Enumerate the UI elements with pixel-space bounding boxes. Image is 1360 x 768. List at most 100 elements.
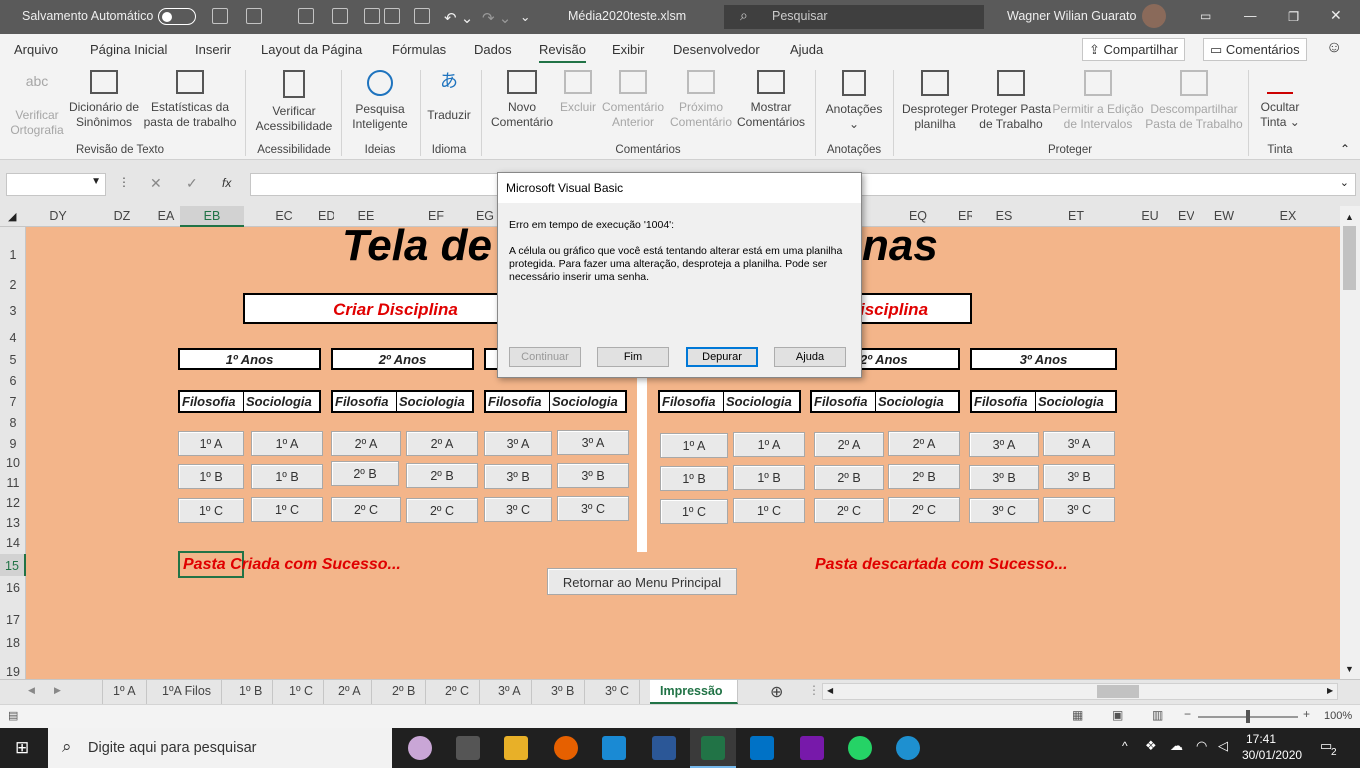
next-comment-button[interactable]: Próximo Comentário — [666, 68, 736, 130]
class-button[interactable]: 1º C — [178, 498, 244, 523]
col-header[interactable]: ED — [318, 209, 334, 223]
row-header-item[interactable]: 16 — [0, 581, 26, 595]
class-button[interactable]: 2º C — [888, 497, 960, 522]
help-button[interactable]: Ajuda — [774, 347, 846, 367]
spelling-button[interactable]: abc Verificar Ortografia — [6, 68, 68, 138]
redo-icon[interactable]: ↷ ⌄ — [482, 9, 511, 27]
add-sheet-icon[interactable]: ⊕ — [770, 682, 783, 702]
col-header-selected[interactable]: EB — [180, 206, 244, 227]
page-break-icon[interactable]: ▥ — [1152, 708, 1163, 722]
scroll-down-icon[interactable]: ▼ — [1345, 664, 1354, 674]
excel-taskbar-item[interactable] — [690, 728, 736, 768]
protect-workbook-button[interactable]: Proteger Pasta de Trabalho — [968, 68, 1054, 132]
file-explorer-icon[interactable] — [504, 736, 528, 760]
class-button[interactable]: 3º B — [557, 463, 629, 488]
end-button[interactable]: Fim — [597, 347, 669, 367]
customize-toolbar-icon[interactable]: ⌄ — [520, 9, 530, 24]
class-button[interactable]: 1º C — [733, 498, 805, 523]
col-header[interactable]: ES — [986, 209, 1022, 223]
dropbox-icon[interactable]: ❖ — [1145, 738, 1157, 754]
row-header-item[interactable]: 7 — [0, 395, 26, 409]
avatar[interactable] — [1142, 4, 1166, 28]
comments-button[interactable]: ▭ Comentários — [1203, 38, 1307, 61]
delete-comment-button[interactable]: Excluir — [556, 68, 600, 115]
return-menu-button[interactable]: Retornar ao Menu Principal — [547, 568, 737, 595]
open-file-icon[interactable] — [246, 8, 262, 24]
translate-button[interactable]: あ Traduzir — [424, 68, 474, 123]
row-header-item[interactable]: 19 — [0, 665, 26, 679]
class-button[interactable]: 3º A — [484, 431, 552, 456]
tab-scroll-right-icon[interactable]: ▶ — [54, 685, 61, 696]
row-header-item[interactable]: 17 — [0, 613, 26, 627]
paint-app-icon[interactable] — [408, 736, 432, 760]
sheet-tab-active[interactable]: Impressão — [650, 680, 738, 704]
autosave-toggle[interactable] — [158, 8, 196, 25]
class-button[interactable]: 1º C — [251, 497, 323, 522]
whatsapp-icon[interactable] — [848, 736, 872, 760]
sheet-tab[interactable]: 2º C — [435, 680, 481, 704]
select-all-icon[interactable]: ◢ — [8, 210, 16, 223]
row-header-item[interactable]: 9 — [0, 437, 26, 451]
tab-pagina-inicial[interactable]: Página Inicial — [90, 42, 167, 57]
class-button[interactable]: 1º B — [251, 464, 323, 489]
class-button[interactable]: 1º A — [733, 432, 805, 457]
col-header[interactable]: EC — [266, 209, 302, 223]
unprotect-sheet-button[interactable]: Desproteger planilha — [898, 68, 972, 132]
scroll-right-icon[interactable]: ▶ — [1327, 686, 1333, 695]
sheet-tab[interactable]: 3º A — [488, 680, 532, 704]
firefox-icon[interactable] — [554, 736, 578, 760]
chevron-up-icon[interactable]: ^ — [1122, 739, 1128, 753]
col-header[interactable]: EA — [154, 209, 178, 223]
class-button[interactable]: 3º A — [557, 430, 629, 455]
new-comment-button[interactable]: Novo Comentário — [486, 68, 558, 130]
smart-lookup-button[interactable]: Pesquisa Inteligente — [346, 68, 414, 132]
sheet-tab[interactable]: 3º C — [595, 680, 641, 704]
col-header[interactable]: DY — [40, 209, 76, 223]
row-header-item[interactable]: 10 — [0, 456, 26, 470]
class-button[interactable]: 2º C — [331, 497, 401, 522]
col-header[interactable]: EE — [348, 209, 384, 223]
smiley-icon[interactable]: ☺ — [1326, 39, 1342, 57]
clock-date[interactable]: 30/01/2020 — [1242, 748, 1302, 762]
class-button[interactable]: 3º C — [484, 497, 552, 522]
col-header[interactable]: ER — [958, 209, 972, 223]
vertical-scrollbar[interactable]: ▲ ▼ — [1340, 206, 1360, 679]
row-header-item[interactable]: 8 — [0, 416, 26, 430]
col-header[interactable]: EX — [1270, 209, 1306, 223]
clock-time[interactable]: 17:41 — [1246, 732, 1276, 746]
class-button[interactable]: 3º C — [969, 498, 1039, 523]
sheet-tab[interactable]: 1º C — [279, 680, 325, 704]
tab-revisao[interactable]: Revisão — [539, 42, 586, 63]
tab-formulas[interactable]: Fórmulas — [392, 42, 446, 57]
more-icon[interactable]: ⋮ — [808, 683, 820, 697]
tab-desenvolvedor[interactable]: Desenvolvedor — [673, 42, 760, 57]
row-header-selected[interactable]: 15 — [0, 554, 26, 576]
calculator-icon[interactable] — [456, 736, 480, 760]
tab-exibir[interactable]: Exibir — [612, 42, 645, 57]
thesaurus-button[interactable]: Dicionário de Sinônimos — [66, 68, 142, 130]
zoom-level[interactable]: 100% — [1324, 710, 1352, 722]
class-button[interactable]: 2º B — [331, 461, 399, 486]
class-button[interactable]: 3º B — [1043, 464, 1115, 489]
workbook-stats-button[interactable]: Estatísticas da pasta de trabalho — [142, 68, 238, 130]
share-button[interactable]: ⇪ Compartilhar — [1082, 38, 1185, 61]
volume-icon[interactable]: ◁ — [1218, 738, 1228, 754]
col-header[interactable]: EV — [1178, 209, 1194, 223]
tab-dados[interactable]: Dados — [474, 42, 512, 57]
class-button[interactable]: 3º A — [969, 432, 1039, 457]
col-header[interactable]: DZ — [104, 209, 140, 223]
camera-icon[interactable] — [414, 8, 430, 24]
undo-icon[interactable]: ↶ ⌄ — [444, 9, 473, 27]
page-layout-icon[interactable]: ▣ — [1112, 708, 1123, 722]
class-button[interactable]: 1º B — [178, 464, 244, 489]
class-button[interactable]: 3º C — [557, 496, 629, 521]
onenote-icon[interactable] — [800, 736, 824, 760]
col-header[interactable]: ET — [1058, 209, 1094, 223]
sheet-tab[interactable]: 3º B — [541, 680, 586, 704]
class-button[interactable]: 3º B — [969, 465, 1039, 490]
class-button[interactable]: 2º C — [406, 498, 478, 523]
show-comments-button[interactable]: Mostrar Comentários — [734, 68, 808, 130]
onedrive-icon[interactable]: ☁ — [1170, 738, 1183, 754]
sync-app-icon[interactable] — [896, 736, 920, 760]
class-button[interactable]: 2º A — [888, 431, 960, 456]
